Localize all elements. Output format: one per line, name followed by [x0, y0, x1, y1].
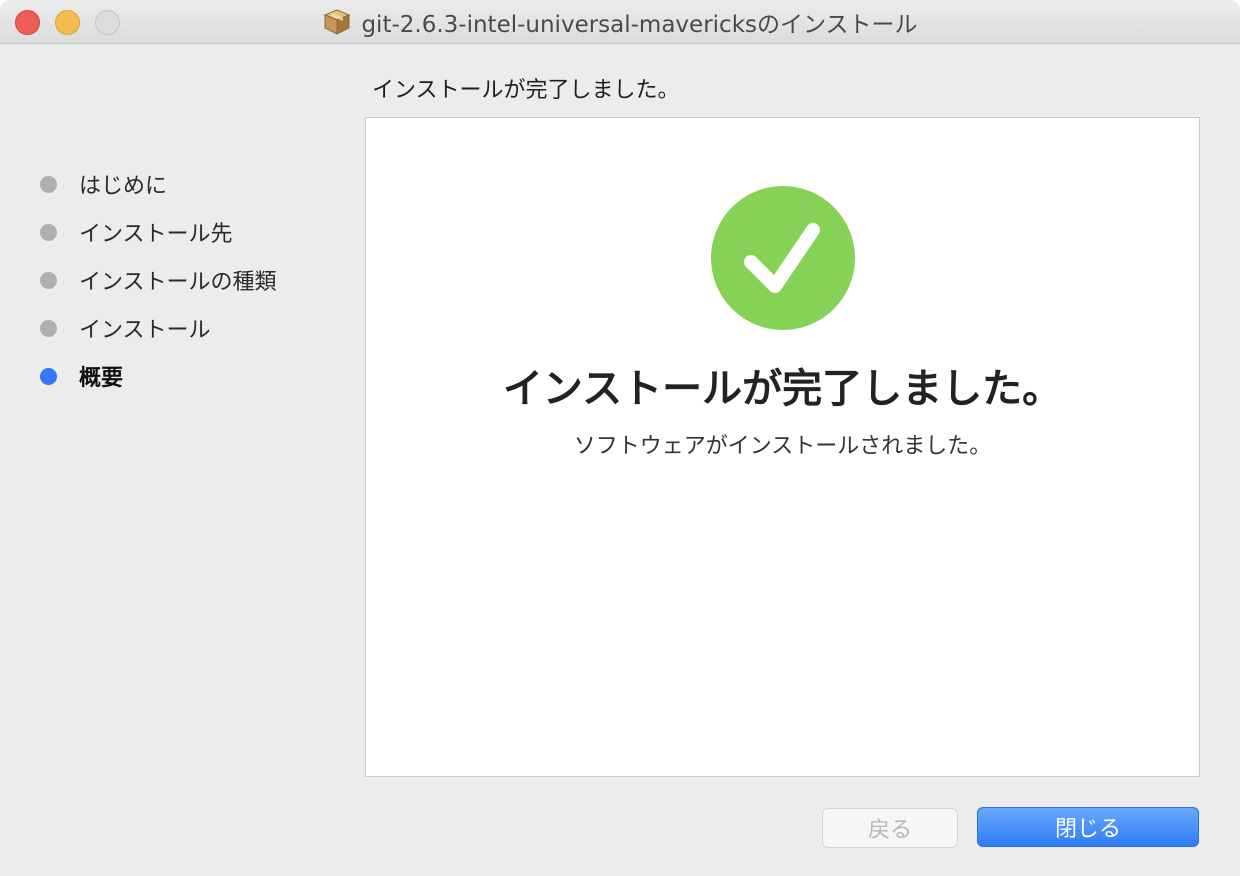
sidebar-item-installation-type: インストールの種類: [38, 256, 338, 304]
step-dot-icon: [40, 175, 57, 193]
sidebar-item-introduction: はじめに: [38, 160, 338, 208]
active-step-dot-icon: [40, 367, 57, 385]
step-dot-icon: [40, 223, 57, 241]
steps-sidebar: はじめに インストール先 インストールの種類 インストール 概要: [38, 160, 338, 400]
sidebar-item-installation: インストール: [38, 304, 338, 352]
sidebar-item-label: インストール先: [79, 222, 233, 247]
step-dot-icon: [40, 271, 57, 289]
sidebar-item-destination: インストール先: [38, 208, 338, 256]
close-button[interactable]: 閉じる: [977, 807, 1199, 847]
step-dot-icon: [40, 319, 57, 337]
back-button: 戻る: [822, 808, 958, 848]
installer-window: git-2.6.3-intel-universal-mavericksのインスト…: [0, 0, 1240, 876]
sidebar-item-label: インストール: [79, 318, 211, 343]
sidebar-item-label: 概要: [79, 366, 124, 391]
title-group: git-2.6.3-intel-universal-mavericksのインスト…: [0, 0, 1240, 44]
completion-title: インストールが完了しました。: [502, 366, 1063, 412]
status-heading: インストールが完了しました。: [372, 78, 680, 103]
completion-message: ソフトウェアがインストールされました。: [573, 434, 992, 459]
sidebar-item-label: インストールの種類: [79, 270, 277, 295]
window-title: git-2.6.3-intel-universal-mavericksのインスト…: [361, 12, 918, 38]
package-icon: [324, 9, 351, 35]
checkmark-circle-icon: [711, 186, 855, 330]
sidebar-item-summary: 概要: [38, 352, 338, 400]
sidebar-item-label: はじめに: [79, 174, 168, 199]
title-bar[interactable]: git-2.6.3-intel-universal-mavericksのインスト…: [0, 0, 1240, 44]
content-panel: インストールが完了しました。 ソフトウェアがインストールされました。: [365, 117, 1200, 777]
